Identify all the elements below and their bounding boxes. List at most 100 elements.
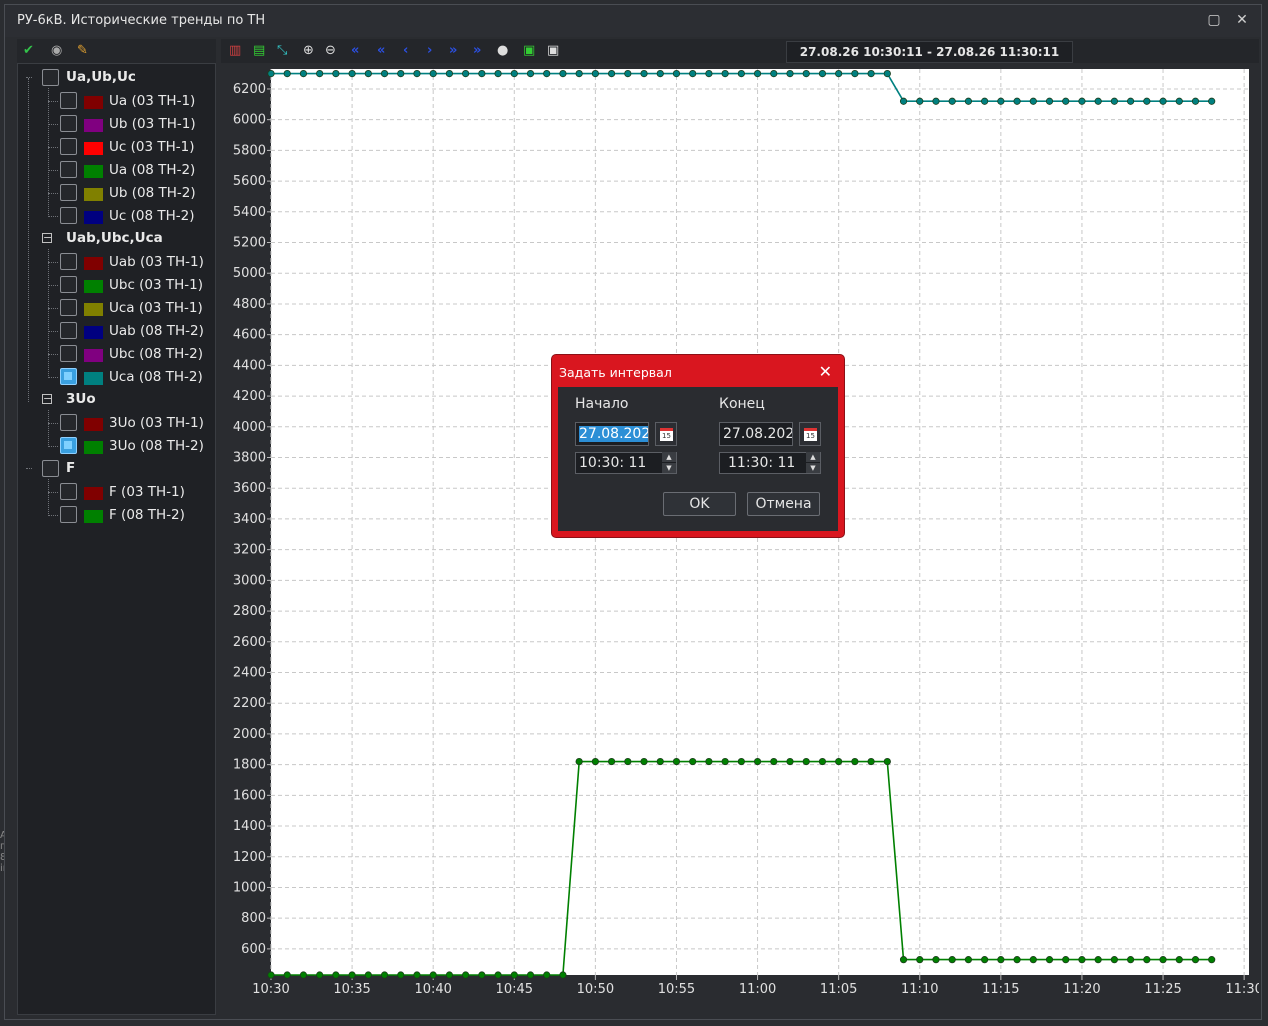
series-label: F (03 ТН-1) <box>109 484 185 500</box>
end-calendar-button[interactable]: 15 <box>799 422 821 446</box>
data-point <box>462 971 470 979</box>
data-point <box>348 971 356 979</box>
color-swatch[interactable] <box>84 326 103 339</box>
spin-down-icon[interactable]: ▼ <box>662 463 676 473</box>
close-button[interactable]: ✕ <box>1233 11 1251 29</box>
spin-up-icon[interactable]: ▲ <box>662 452 676 462</box>
zoom-out-icon[interactable]: ⊖ <box>325 43 336 59</box>
color-swatch[interactable] <box>84 96 103 109</box>
data-point <box>526 971 535 979</box>
tree-group[interactable]: − 3Uo <box>18 390 215 410</box>
record-icon[interactable]: ● <box>497 43 508 59</box>
data-point <box>770 757 778 766</box>
trend-chart[interactable]: 600 800 1000 1200 1400 1600 1800 2000 2200 2400 26… <box>221 63 1263 1015</box>
series-checkbox[interactable] <box>60 161 77 178</box>
series-checkbox[interactable] <box>60 322 77 339</box>
collapse-icon[interactable]: − <box>42 393 52 404</box>
excel-export-icon[interactable]: ▣ <box>523 43 535 59</box>
ok-button[interactable]: OK <box>663 492 736 516</box>
color-swatch[interactable] <box>84 418 103 431</box>
x-tick-label: 11:00 <box>739 982 776 997</box>
series-checkbox[interactable] <box>60 184 77 201</box>
start-time-spinner[interactable]: ▲ ▼ <box>662 452 676 474</box>
zoom-in-icon[interactable]: ⊕ <box>303 43 314 59</box>
series-checkbox[interactable] <box>60 506 77 523</box>
spin-down-icon[interactable]: ▼ <box>806 463 820 473</box>
dialog-body: Начало Конец 27.08.202 15 27.08.202 15 1… <box>558 387 838 531</box>
color-swatch[interactable] <box>84 188 103 201</box>
series-checkbox[interactable] <box>60 345 77 362</box>
series-checkbox[interactable] <box>60 414 77 431</box>
next-page-icon[interactable]: » <box>449 43 457 59</box>
data-point <box>1175 97 1183 105</box>
series-checkbox[interactable] <box>60 276 77 293</box>
color-swatch[interactable] <box>84 165 103 178</box>
apply-check-icon[interactable]: ✔ <box>23 43 34 59</box>
dialog-close-icon[interactable]: ✕ <box>819 362 832 381</box>
dialog-title: Задать интервал <box>559 365 672 380</box>
start-calendar-button[interactable]: 15 <box>655 422 677 446</box>
eye-icon[interactable]: ◉ <box>51 43 62 59</box>
color-swatch[interactable] <box>84 349 103 362</box>
color-swatch[interactable] <box>84 441 103 454</box>
csv-export-icon[interactable]: ▣ <box>547 43 559 59</box>
data-point <box>981 97 989 105</box>
tree-connector <box>48 354 58 355</box>
prev-page-icon[interactable]: « <box>377 43 385 59</box>
series-checkbox[interactable] <box>60 115 77 132</box>
tree-group[interactable]: F <box>18 459 215 479</box>
data-point <box>299 971 308 979</box>
color-swatch[interactable] <box>84 280 103 293</box>
collapse-icon[interactable]: − <box>42 232 52 243</box>
tree-connector <box>48 262 58 263</box>
last-page-icon[interactable]: » <box>473 43 481 59</box>
series-checkbox[interactable] <box>60 483 77 500</box>
color-swatch[interactable] <box>84 487 103 500</box>
spin-up-icon[interactable]: ▲ <box>806 452 820 462</box>
end-date-field[interactable]: 27.08.202 <box>719 422 793 446</box>
end-time-spinner[interactable]: ▲ ▼ <box>806 452 820 474</box>
series-label: Uc (03 ТН-1) <box>109 139 195 155</box>
tree-group[interactable]: − Uab,Ubc,Uca <box>18 229 215 249</box>
chart-settings-icon[interactable]: ▥ <box>229 43 241 59</box>
color-swatch[interactable] <box>84 257 103 270</box>
series-checkbox[interactable] <box>60 299 77 316</box>
next-step-icon[interactable]: › <box>427 43 432 59</box>
color-swatch[interactable] <box>84 142 103 155</box>
series-checkbox[interactable] <box>60 253 77 270</box>
first-page-icon[interactable]: « <box>351 43 359 59</box>
group-checkbox[interactable] <box>42 69 59 86</box>
color-swatch[interactable] <box>84 510 103 523</box>
color-swatch[interactable] <box>84 303 103 316</box>
series-checkbox[interactable] <box>60 92 77 109</box>
time-range-label[interactable]: 27.08.26 10:30:11 - 27.08.26 11:30:11 <box>786 41 1073 63</box>
x-tick-label: 10:30 <box>252 982 289 997</box>
data-point <box>883 70 891 78</box>
cancel-button[interactable]: Отмена <box>747 492 820 516</box>
start-date-field[interactable]: 27.08.202 <box>575 422 649 446</box>
series-checkbox[interactable] <box>60 138 77 155</box>
color-swatch[interactable] <box>84 119 103 132</box>
x-tick-label: 10:55 <box>658 982 695 997</box>
data-point <box>1029 97 1037 105</box>
tree-connector <box>28 78 29 402</box>
tree-connector <box>48 515 58 516</box>
data-point <box>689 70 697 78</box>
trend-fit-icon[interactable]: ⤡ <box>277 43 287 59</box>
series-checkbox[interactable] <box>60 207 77 224</box>
color-swatch[interactable] <box>84 211 103 224</box>
series-checkbox[interactable] <box>60 368 77 385</box>
tree-group[interactable]: Ua,Ub,Uc <box>18 68 215 88</box>
x-tick-label: 10:50 <box>577 982 614 997</box>
data-point <box>656 757 664 766</box>
prev-step-icon[interactable]: ‹ <box>403 43 408 59</box>
color-swatch[interactable] <box>84 372 103 385</box>
export-icon[interactable]: ▤ <box>253 43 265 59</box>
maximize-button[interactable]: ▢ <box>1205 11 1223 29</box>
data-point <box>607 757 616 766</box>
series-checkbox[interactable] <box>60 437 77 454</box>
palette-icon[interactable]: ✎ <box>77 43 88 59</box>
group-checkbox[interactable] <box>42 460 59 477</box>
data-point <box>462 70 470 78</box>
y-tick-label: 5200 <box>233 236 266 251</box>
